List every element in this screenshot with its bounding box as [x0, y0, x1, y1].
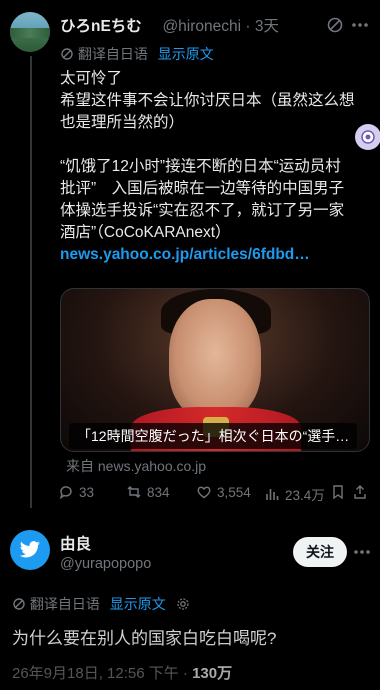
- reply-count: 33: [79, 484, 95, 500]
- thread-line: [30, 56, 32, 508]
- translate-icon: [12, 597, 26, 614]
- bookmark-icon: [333, 485, 343, 500]
- translation-row: 翻译自日语 显示原文: [12, 594, 190, 614]
- retweet-icon: [127, 486, 141, 498]
- tweet-text: 为什么要在别人的国家白吃白喝呢?: [12, 629, 277, 648]
- views-button[interactable]: 23.4万: [264, 484, 325, 504]
- verified-badge-icon: [146, 19, 158, 37]
- like-count: 3,554: [217, 484, 251, 500]
- views-chart-icon: [266, 489, 279, 500]
- card-caption: 「12時間空腹だった」相次ぐ日本の“選手…: [69, 423, 358, 449]
- handle[interactable]: @hironechi: [162, 18, 241, 35]
- translated-label: 翻译自日语: [29, 596, 100, 612]
- timestamp[interactable]: 3天: [255, 18, 279, 35]
- show-original-link[interactable]: 显示原文: [158, 46, 214, 62]
- tweet-text: 太可怜了 希望这件事不会让你讨厌日本（虽然这么想 也是理所当然的） “饥饿了12…: [60, 68, 355, 266]
- more-icon[interactable]: [352, 543, 372, 566]
- handle[interactable]: @yurapopopo: [60, 556, 151, 572]
- tweet-meta: 26年9月18日, 12:56 下午 · 130万: [12, 662, 232, 683]
- display-name[interactable]: 由良: [60, 532, 91, 554]
- translated-label: 翻译自日语: [77, 46, 148, 62]
- share-icon: [354, 485, 366, 499]
- tweet-line: 希望这件事不会让你讨厌日本（虽然这么想: [60, 92, 355, 109]
- more-icon[interactable]: [350, 16, 370, 39]
- like-button[interactable]: 3,554: [196, 484, 251, 500]
- avatar[interactable]: [10, 530, 50, 570]
- translation-row: 翻译自日语 显示原文: [60, 44, 214, 64]
- tweet-header: ひろnEちむ @hironechi · 3天: [60, 18, 279, 37]
- link-card[interactable]: 「12時間空腹だった」相次ぐ日本の“選手…: [60, 288, 370, 452]
- card-source[interactable]: 来自 news.yahoo.co.jp: [66, 456, 206, 476]
- views-count: 130万: [192, 665, 233, 682]
- article-link[interactable]: news.yahoo.co.jp/articles/6fdbd…: [60, 244, 355, 266]
- reply-button[interactable]: 33: [58, 484, 94, 500]
- card-image-face: [169, 299, 261, 419]
- reply-icon: [59, 486, 72, 500]
- retweet-count: 834: [147, 484, 170, 500]
- avatar[interactable]: [10, 12, 50, 52]
- action-bar: 33 834 3,554 23.4万: [58, 484, 370, 504]
- tweet-line: 批评” 入国后被晾在一边等待的中国男子: [60, 180, 345, 197]
- tweet-line: [60, 134, 355, 156]
- heart-icon: [197, 486, 211, 499]
- show-original-link[interactable]: 显示原文: [110, 596, 166, 612]
- timestamp[interactable]: 26年9月18日, 12:56 下午 ·: [12, 665, 192, 682]
- floating-chat-bubble-icon[interactable]: [355, 124, 380, 150]
- bookmark-button[interactable]: [330, 484, 346, 500]
- tweet-line: 也是理所当然的）: [60, 114, 185, 131]
- follow-button[interactable]: 关注: [293, 537, 347, 567]
- tweet-line: 太可怜了: [60, 70, 123, 87]
- retweet-button[interactable]: 834: [126, 484, 170, 500]
- tweet-line: “饥饿了12小时”接连不断的日本“运动员村: [60, 158, 341, 175]
- grok-icon[interactable]: [326, 16, 344, 39]
- share-button[interactable]: [352, 484, 368, 500]
- translate-icon: [60, 47, 74, 64]
- views-count: 23.4万: [285, 488, 325, 503]
- bird-icon: [19, 541, 40, 558]
- settings-gear-icon[interactable]: [176, 597, 190, 614]
- display-name[interactable]: ひろnEちむ: [60, 18, 142, 35]
- tweet-line: 体操选手投诉“实在忍不了，就订了另一家: [60, 202, 345, 219]
- tweet-line: 酒店”（CoCoKARAnext）: [60, 224, 231, 241]
